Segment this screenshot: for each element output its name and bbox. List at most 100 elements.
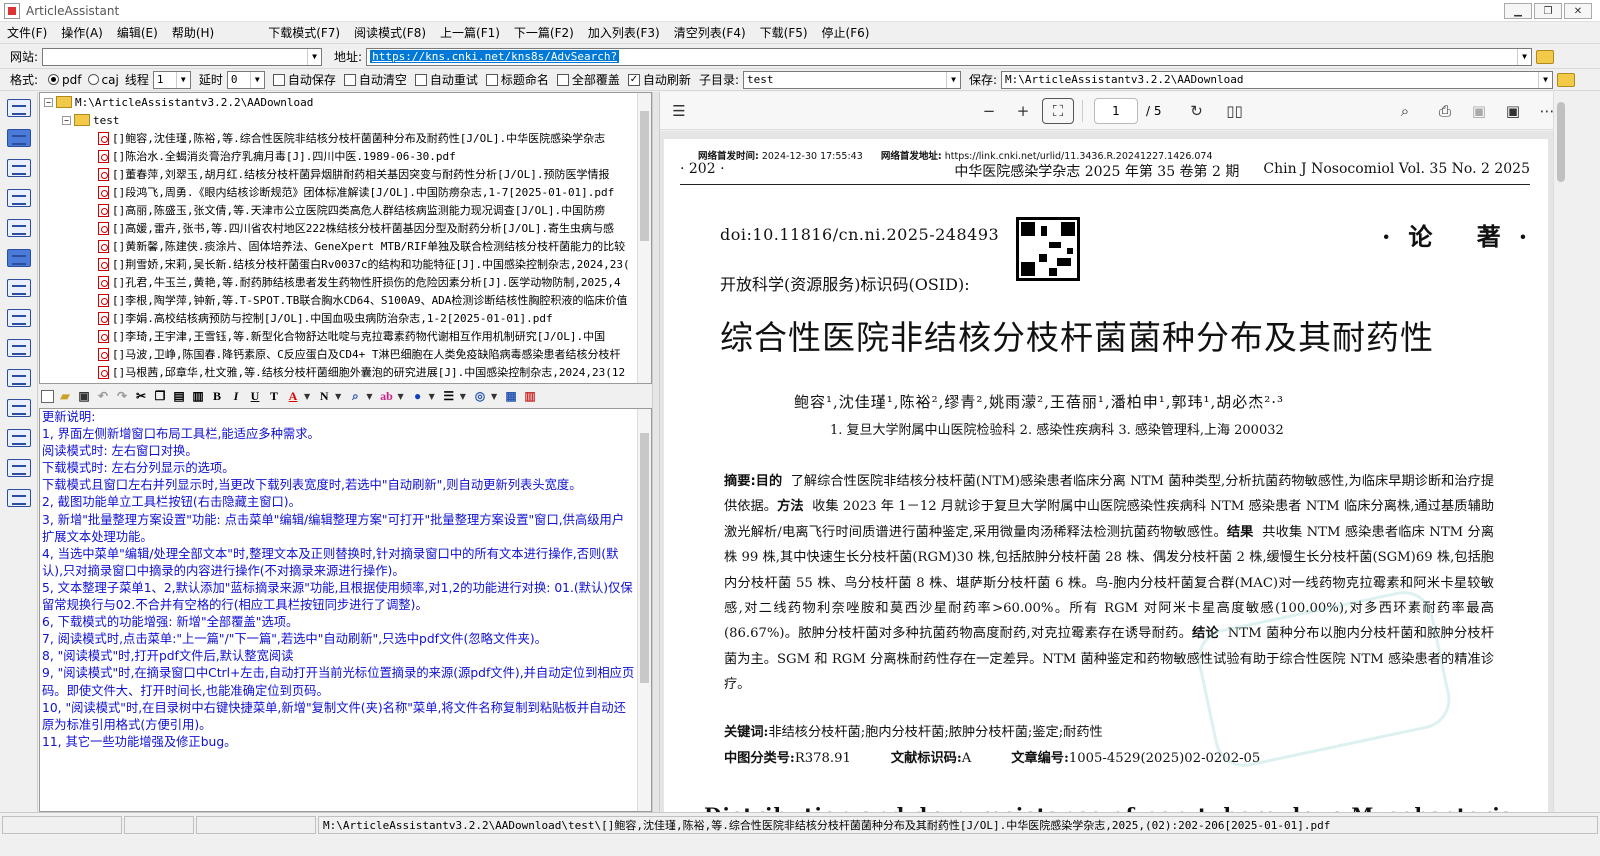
chevron-down-icon[interactable]: ▼ [460, 392, 466, 401]
copy-icon[interactable]: ❐ [152, 388, 168, 404]
tree-file-item[interactable]: []段鸿飞,周勇.《眼内结核诊断规范》团体标准解读[J/OL].中国防痨杂志,1… [40, 183, 651, 201]
delay-select[interactable]: 0 ▼ [226, 70, 265, 89]
layout-icon-10[interactable] [6, 369, 31, 387]
menu-clear-list[interactable]: 清空列表(F4) [667, 24, 753, 41]
save-as-icon[interactable]: ▣ [1498, 98, 1528, 124]
page-number-input[interactable]: 1 [1094, 97, 1138, 124]
chevron-down-icon[interactable]: ▼ [429, 392, 435, 401]
menu-prev[interactable]: 上一篇(F1) [433, 24, 507, 41]
menu-stop[interactable]: 停止(F6) [815, 24, 877, 41]
autoclear-checkbox[interactable] [343, 73, 356, 86]
tree-file-item[interactable]: []芮超,黄芬,陈礼运,等.支气管镜联合实时荧光定量PCR检测技术、基质辅助激光… [40, 381, 651, 383]
format-pdf-radio[interactable] [48, 74, 60, 85]
layout-icon-8[interactable] [6, 309, 31, 327]
underline-icon[interactable]: U [247, 388, 263, 404]
pdf-scrollbar[interactable] [1553, 92, 1568, 812]
format-caj-radio[interactable] [87, 74, 99, 85]
menu-add-list[interactable]: 加入列表(F3) [581, 24, 667, 41]
tree-scrollbar[interactable] [637, 93, 651, 383]
address-input[interactable]: https://kns.cnki.net/kns8s/AdvSearch? ▼ [366, 47, 1533, 66]
site-select[interactable]: ▼ [42, 47, 323, 66]
minimize-button[interactable]: ▁ [1504, 3, 1532, 19]
fit-page-icon[interactable]: ⛶ [1042, 97, 1074, 124]
layout-icon-6[interactable] [6, 249, 31, 267]
replace-icon[interactable]: ab [378, 388, 394, 404]
layout-icon-1[interactable] [6, 99, 31, 117]
pdf-viewer[interactable]: 网络首发时间: 2024-12-30 17:55:43 网络首发地址: http… [660, 131, 1553, 812]
menu-read-mode[interactable]: 阅读模式(F8) [347, 24, 433, 41]
layout-icon-9[interactable] [6, 339, 31, 357]
chevron-down-icon[interactable]: ▼ [397, 392, 403, 401]
tree-file-item[interactable]: []李根,陶学萍,钟新,等.T-SPOT.TB联合胸水CD64、S100A9、A… [40, 291, 651, 309]
close-button[interactable]: ✕ [1564, 3, 1592, 19]
subdir-select[interactable]: test ▼ [742, 70, 961, 89]
chevron-down-icon[interactable]: ▼ [304, 392, 310, 401]
menu-help[interactable]: 帮助(H) [165, 24, 221, 41]
tree-file-item[interactable]: []马根茜,邱章华,杜文雅,等.结核分枝杆菌细胞外囊泡的研究进展[J].中国感染… [40, 363, 651, 381]
bold-icon[interactable]: B [209, 388, 225, 404]
new-doc-icon[interactable] [41, 389, 54, 403]
font-name-icon[interactable]: N [316, 388, 332, 404]
zoom-in-icon[interactable]: + [1008, 98, 1038, 124]
chevron-down-icon[interactable]: ▼ [307, 48, 322, 65]
menu-download-mode[interactable]: 下载模式(F7) [261, 24, 347, 41]
save-disk-icon[interactable]: ▣ [76, 388, 92, 404]
search-icon[interactable]: ⌕ [1390, 98, 1420, 124]
layout-icon-3[interactable] [6, 159, 31, 177]
layout-icon-5[interactable] [6, 219, 31, 237]
tree-file-item[interactable]: []李娟.高校结核病预防与控制[J/OL].中国血吸虫病防治杂志,1-2[202… [40, 309, 651, 327]
list-icon[interactable]: ☰ [441, 388, 457, 404]
open-folder-icon[interactable]: ▰ [57, 388, 73, 404]
save-path-select[interactable]: M:\ArticleAssistantv3.2.2\AADownload ▼ [1001, 70, 1554, 89]
save-icon[interactable]: ▣ [1464, 98, 1494, 124]
zoom-out-icon[interactable]: − [974, 98, 1004, 124]
columns-icon[interactable]: ▥ [522, 388, 538, 404]
layout-icon-11[interactable] [6, 399, 31, 417]
tree-scroll-thumb[interactable] [640, 111, 649, 241]
tree-file-item[interactable]: []黄新馨,陈建侠.痰涂片、固体培养法、GeneXpert MTB/RIF单独及… [40, 237, 651, 255]
cut-icon[interactable]: ✂ [133, 388, 149, 404]
layout-icon-14[interactable] [6, 489, 31, 507]
menu-next[interactable]: 下一篇(F2) [507, 24, 581, 41]
tree-file-item[interactable]: []孔君,牛玉兰,黄艳,等.耐药肺结核患者发生药物性肝损伤的危险因素分析[J].… [40, 273, 651, 291]
menu-file[interactable]: 文件(F) [0, 24, 54, 41]
frame-icon[interactable]: ◎ [472, 388, 488, 404]
chevron-down-icon[interactable]: ▼ [491, 392, 497, 401]
menu-operate[interactable]: 操作(A) [54, 24, 110, 41]
file-tree[interactable]: − M:\ArticleAssistantv3.2.2\AADownload − t… [39, 92, 652, 384]
redo-icon[interactable]: ↷ [114, 388, 130, 404]
paste-special-icon[interactable]: ▥ [190, 388, 206, 404]
page-view-icon[interactable]: ▯▯ [1220, 98, 1250, 124]
chevron-down-icon[interactable]: ▼ [366, 392, 372, 401]
restore-button[interactable]: ❐ [1534, 3, 1562, 19]
menu-edit[interactable]: 编辑(E) [110, 24, 165, 41]
pdf-scroll-thumb[interactable] [1557, 102, 1565, 182]
tree-file-item[interactable]: []李琦,王宇津,王雪钰,等.新型化合物舒达吡啶与克拉霉素药物代谢相互作用机制研… [40, 327, 651, 345]
tree-file-item[interactable]: []高丽,陈盛玉,张文倩,等.天津市公立医院四类高危人群结核病监测能力现况调查[… [40, 201, 651, 219]
image-icon[interactable]: ▦ [503, 388, 519, 404]
layout-icon-2[interactable] [6, 129, 31, 147]
chevron-down-icon[interactable]: ▼ [1517, 48, 1532, 65]
open-folder-icon[interactable] [1536, 49, 1555, 64]
undo-icon[interactable]: ↶ [95, 388, 111, 404]
outline-menu-icon[interactable]: ☰ [664, 98, 694, 124]
tree-root[interactable]: − M:\ArticleAssistantv3.2.2\AADownload [40, 93, 651, 111]
font-color-icon[interactable]: A [285, 388, 301, 404]
layout-icon-7[interactable] [6, 279, 31, 297]
menu-download[interactable]: 下载(F5) [753, 24, 815, 41]
autoretry-checkbox[interactable] [414, 73, 427, 86]
tree-file-item[interactable]: []高媛,雷卉,张书,等.四川省农村地区222株结核分枝杆菌基因分型及耐药分析[… [40, 219, 651, 237]
notes-scroll-thumb[interactable] [640, 433, 649, 683]
layout-icon-13[interactable] [6, 459, 31, 477]
find-icon[interactable]: ⌕ [347, 388, 363, 404]
tree-file-item[interactable]: []荆雪娇,宋莉,吴长新.结核分枝杆菌蛋白Rv0037c的结构和功能特征[J].… [40, 255, 651, 273]
panel-splitter[interactable] [652, 92, 660, 812]
bullet-icon[interactable]: ● [410, 388, 426, 404]
paste-icon[interactable]: ▤ [171, 388, 187, 404]
address-url[interactable]: https://kns.cnki.net/kns8s/AdvSearch? [370, 50, 620, 63]
notes-scrollbar[interactable] [637, 409, 651, 811]
title-rename-checkbox[interactable] [485, 73, 498, 86]
layout-icon-12[interactable] [6, 429, 31, 447]
browse-folder-icon[interactable] [1557, 72, 1576, 87]
tree-file-item[interactable]: []鲍容,沈佳瑾,陈裕,等.综合性医院非结核分枝杆菌菌种分布及耐药性[J/OL]… [40, 129, 651, 147]
